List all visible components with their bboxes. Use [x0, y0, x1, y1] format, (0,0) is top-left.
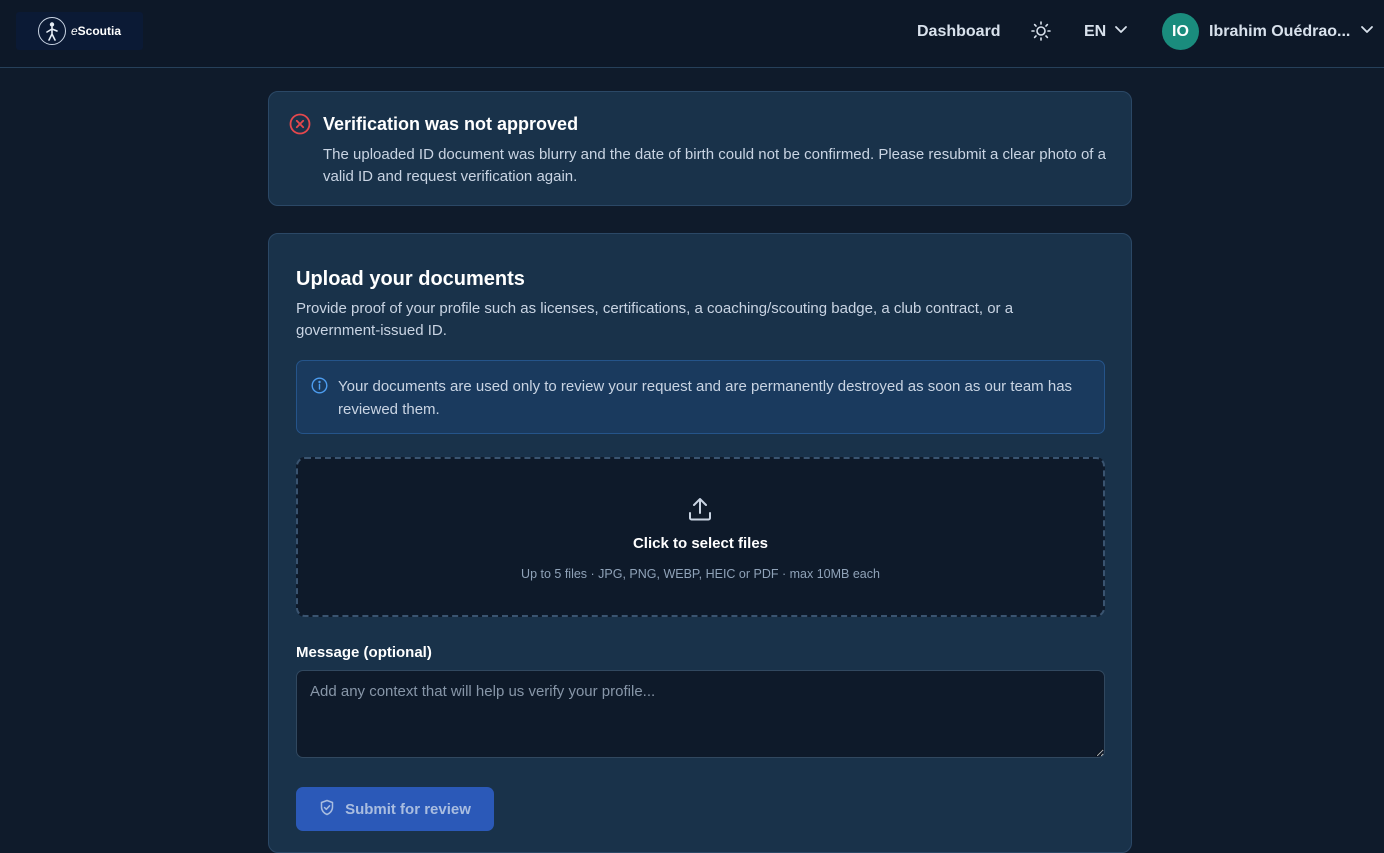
- verification-rejected-alert: Verification was not approved The upload…: [268, 91, 1132, 206]
- logo-mark-icon: [37, 17, 66, 45]
- avatar: IO: [1162, 13, 1199, 50]
- info-icon: [311, 377, 328, 394]
- sun-icon[interactable]: [1030, 20, 1052, 42]
- message-label: Message (optional): [296, 644, 432, 661]
- chevron-down-icon: [1114, 22, 1128, 42]
- privacy-info-box: Your documents are used only to review y…: [296, 360, 1105, 434]
- x-circle-icon: [289, 113, 311, 135]
- file-dropzone[interactable]: Click to select files Up to 5 files · JP…: [296, 457, 1105, 617]
- top-navigation-bar: eScoutia Dashboard EN IO Ibrahim Ouédrao…: [0, 0, 1384, 68]
- shield-check-icon: [319, 799, 335, 820]
- logo-text: eScoutia: [70, 24, 122, 38]
- language-label: EN: [1084, 23, 1107, 40]
- nav-dashboard-link[interactable]: Dashboard: [917, 22, 1001, 42]
- submit-for-review-button[interactable]: Submit for review: [296, 787, 494, 831]
- user-menu[interactable]: IO Ibrahim Ouédrao...: [1162, 13, 1374, 50]
- alert-message: The uploaded ID document was blurry and …: [323, 146, 1106, 185]
- privacy-info-text: Your documents are used only to review y…: [338, 378, 1073, 418]
- alert-title: Verification was not approved: [323, 114, 579, 134]
- language-selector[interactable]: EN: [1084, 22, 1128, 42]
- dropzone-hint: Up to 5 files · JPG, PNG, WEBP, HEIC or …: [521, 567, 880, 581]
- chevron-down-icon: [1360, 22, 1374, 41]
- upload-title: Upload your documents: [296, 268, 525, 290]
- escoutia-logo[interactable]: eScoutia: [16, 12, 143, 50]
- user-name: Ibrahim Ouédrao...: [1209, 22, 1351, 40]
- dropzone-title: Click to select files: [632, 535, 769, 552]
- message-textarea[interactable]: [296, 670, 1105, 758]
- upload-icon: [686, 495, 714, 523]
- submit-button-label: Submit for review: [345, 800, 471, 818]
- upload-documents-card: Upload your documents Provide proof of y…: [268, 233, 1132, 853]
- upload-description: Provide proof of your profile such as li…: [296, 300, 1014, 339]
